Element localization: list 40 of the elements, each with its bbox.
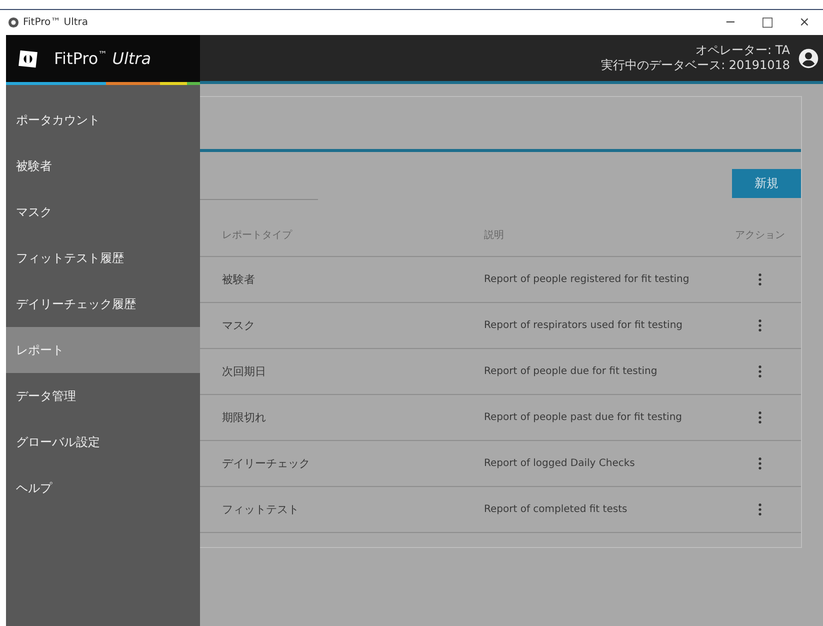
- table-cell-text: 期限切れ: [221, 410, 267, 425]
- app-logo-text: FitPro$^{™}$ Ultra: [54, 49, 152, 68]
- window-title: FitPro™ Ultra: [23, 17, 88, 28]
- table-cell-text: Report of people registered for fit testing: [484, 274, 690, 285]
- table-cell-text: Report of completed fit tests: [484, 504, 628, 515]
- user-icon[interactable]: [798, 48, 819, 68]
- sidebar-item[interactable]: 被験者: [6, 143, 200, 189]
- column-header: 説明: [484, 228, 505, 242]
- sidebar-item[interactable]: ポータカウント: [6, 97, 200, 143]
- sidebar-item[interactable]: フィットテスト履歴: [6, 235, 200, 281]
- table-cell-text: デイリーチェック: [221, 456, 311, 471]
- table-cell-text: フィットテスト: [221, 502, 300, 517]
- minimize-button[interactable]: −: [712, 10, 749, 35]
- sidebar-item[interactable]: マスク: [6, 189, 200, 235]
- more-icon[interactable]: [758, 503, 762, 516]
- sidebar-item[interactable]: ヘルプ: [6, 465, 200, 511]
- table-cell-text: Report of logged Daily Checks: [484, 458, 636, 469]
- table-cell-text: 次回期日: [221, 364, 267, 379]
- table-cell-text: Report of people past due for fit testing: [484, 412, 684, 423]
- operator-label: オペレーター: TA: [696, 43, 790, 58]
- app-logo-icon: [8, 17, 19, 28]
- more-icon[interactable]: [758, 411, 762, 424]
- database-label: 実行中のデータベース: 20191018: [601, 58, 790, 73]
- column-header: レポートタイプ: [221, 228, 294, 242]
- more-icon[interactable]: [758, 273, 762, 286]
- table-cell-text: Report of people due for fit testing: [484, 366, 658, 377]
- sidebar-item[interactable]: グローバル設定: [6, 419, 200, 465]
- more-icon[interactable]: [758, 365, 762, 378]
- table-cell-text: 被験者: [221, 272, 256, 287]
- sidebar-item[interactable]: レポート: [6, 327, 200, 373]
- table-cell-text: マスク: [221, 318, 256, 333]
- sidebar-item[interactable]: デイリーチェック履歴: [6, 281, 200, 327]
- close-button[interactable]: ×: [786, 10, 823, 35]
- sidebar-item[interactable]: データ管理: [6, 373, 200, 419]
- maximize-button[interactable]: □: [749, 10, 786, 35]
- table-cell-text: Report of respirators used for fit testing: [484, 320, 684, 331]
- column-header: アクション: [734, 229, 786, 242]
- more-icon[interactable]: [758, 457, 762, 470]
- more-icon[interactable]: [758, 319, 762, 332]
- new-button[interactable]: 新規: [732, 169, 801, 198]
